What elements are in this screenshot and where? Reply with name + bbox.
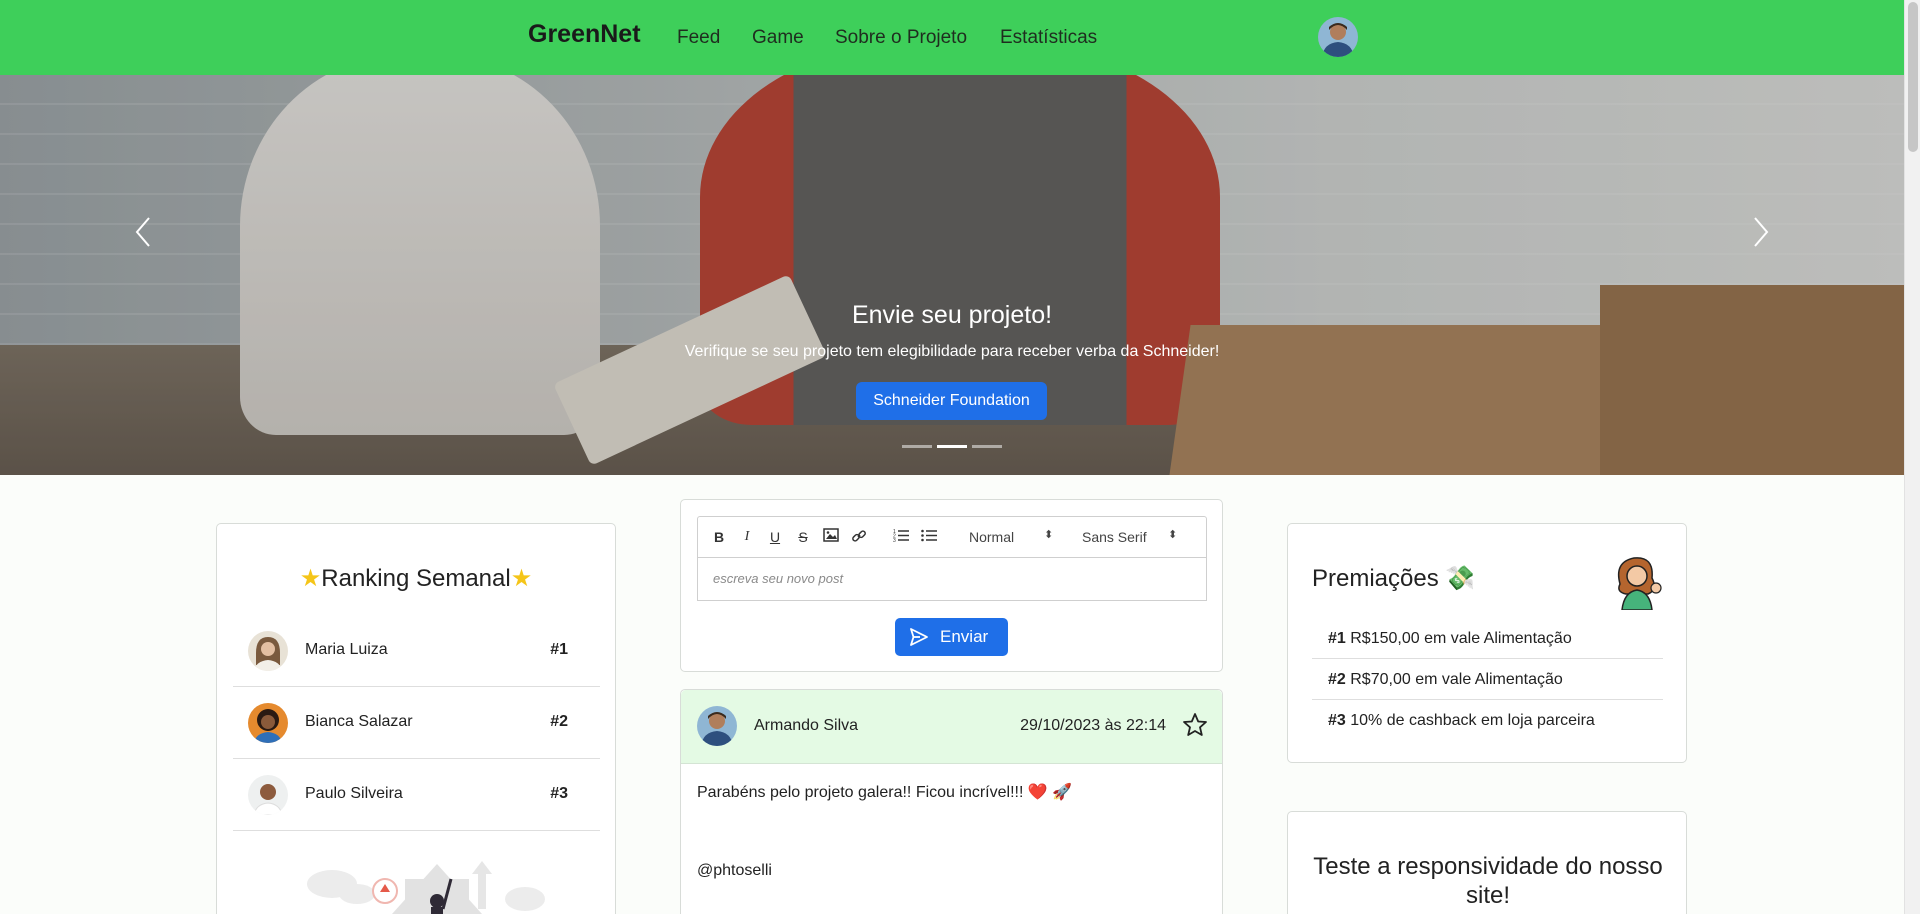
size-select[interactable]: Normal ⬍	[969, 529, 1053, 545]
link-icon	[852, 530, 866, 542]
ranking-row[interactable]: Paulo Silveira #3	[233, 759, 600, 831]
ordered-list-icon: 1 2 3	[893, 529, 909, 544]
post-card: Armando Silva 29/10/2023 às 22:14 Parabé…	[680, 689, 1223, 914]
prize-item: #2 R$70,00 em vale Alimentação	[1312, 659, 1663, 700]
chevron-left-icon	[135, 217, 150, 247]
chevron-right-icon	[1754, 217, 1769, 247]
ordered-list-button[interactable]: 1 2 3	[892, 528, 910, 546]
font-select[interactable]: Sans Serif ⬍	[1082, 529, 1177, 545]
hero-carousel: Envie seu projeto! Verifique se seu proj…	[0, 75, 1904, 475]
avatar	[248, 775, 288, 815]
prize-item: #3 10% de cashback em loja parceira	[1328, 712, 1595, 729]
image-icon	[823, 528, 839, 542]
hero-title: Envie seu projeto!	[851, 301, 1053, 329]
ranking-name: Paulo Silveira	[305, 785, 403, 802]
brand-logo[interactable]: GreenNet	[528, 20, 641, 49]
bullet-list-button[interactable]	[920, 528, 938, 546]
winner-illustration	[1617, 557, 1662, 610]
page-scrollbar[interactable]	[1904, 0, 1920, 914]
scrollbar-thumb[interactable]	[1908, 2, 1918, 152]
ranking-name: Bianca Salazar	[305, 713, 413, 730]
nav-link-estatisticas[interactable]: Estatísticas	[1000, 27, 1097, 49]
select-arrows-icon: ⬍	[1168, 529, 1178, 541]
nav-link-game[interactable]: Game	[752, 27, 804, 49]
post-editor-input[interactable]: escreva seu novo post	[697, 558, 1207, 601]
post-mention[interactable]: @phtoselli	[697, 862, 772, 880]
send-button[interactable]: Enviar	[895, 618, 1008, 656]
avatar	[248, 631, 288, 671]
new-post-card: B I U S 1 2 3 Normal ⬍ Sans Serif ⬍ escr…	[680, 499, 1223, 672]
post-date: 29/10/2023 às 22:14	[1020, 717, 1166, 734]
carousel-indicator-2[interactable]	[937, 445, 967, 448]
responsive-title: Teste a responsividade do nosso site!	[1313, 853, 1663, 909]
ranking-position: #2	[550, 713, 568, 730]
avatar	[248, 703, 288, 743]
send-icon	[910, 628, 928, 646]
bold-button[interactable]: B	[710, 528, 728, 546]
editor-toolbar: B I U S 1 2 3 Normal ⬍ Sans Serif ⬍	[697, 516, 1207, 558]
user-avatar[interactable]	[1318, 17, 1358, 57]
ranking-title: ★Ranking Semanal★	[299, 565, 533, 592]
italic-button[interactable]: I	[738, 528, 756, 546]
ranking-position: #3	[550, 785, 568, 802]
carousel-next-button[interactable]	[1746, 215, 1776, 255]
carousel-prev-button[interactable]	[128, 215, 158, 255]
carousel-indicator-1[interactable]	[902, 445, 932, 448]
nav-link-sobre[interactable]: Sobre o Projeto	[835, 27, 967, 49]
carousel-indicator-3[interactable]	[972, 445, 1002, 448]
avatar[interactable]	[697, 706, 737, 746]
hero-subtitle: Verifique se seu projeto tem elegibilida…	[684, 343, 1220, 360]
bullet-list-icon	[921, 529, 937, 542]
post-author[interactable]: Armando Silva	[754, 717, 858, 735]
nav-link-feed[interactable]: Feed	[677, 27, 720, 49]
prizes-card: Premiações 💸 #1 R$150,00 em vale Aliment…	[1287, 523, 1687, 763]
underline-button[interactable]: U	[766, 528, 784, 546]
post-text: Parabéns pelo projeto galera!! Ficou inc…	[697, 784, 1073, 801]
ranking-name: Maria Luiza	[305, 641, 388, 658]
image-button[interactable]	[822, 528, 840, 546]
link-button[interactable]	[850, 528, 868, 546]
star-icon: ★	[510, 565, 533, 592]
schneider-foundation-button[interactable]: Schneider Foundation	[856, 382, 1047, 420]
post-header: Armando Silva 29/10/2023 às 22:14	[681, 690, 1222, 764]
star-outline-icon[interactable]	[1182, 712, 1208, 738]
strike-button[interactable]: S	[794, 528, 812, 546]
star-icon: ★	[299, 565, 322, 592]
editor-placeholder: escreva seu novo post	[713, 571, 844, 586]
select-arrows-icon: ⬍	[1044, 529, 1054, 541]
ranking-row[interactable]: Bianca Salazar #2	[233, 687, 600, 759]
ranking-card: ★Ranking Semanal★ Maria Luiza #1 Bianca …	[216, 523, 616, 914]
ranking-position: #1	[550, 641, 568, 658]
ranking-row[interactable]: Maria Luiza #1	[233, 615, 600, 687]
responsive-card: Teste a responsividade do nosso site!	[1287, 811, 1687, 914]
top-navbar: GreenNet Feed Game Sobre o Projeto Estat…	[0, 0, 1904, 75]
prizes-title: Premiações 💸	[1312, 565, 1476, 592]
user-avatar-icon	[1318, 17, 1358, 57]
svg-text:3: 3	[893, 538, 896, 542]
ranking-illustration	[307, 861, 545, 914]
prize-item: #1 R$150,00 em vale Alimentação	[1312, 618, 1663, 659]
